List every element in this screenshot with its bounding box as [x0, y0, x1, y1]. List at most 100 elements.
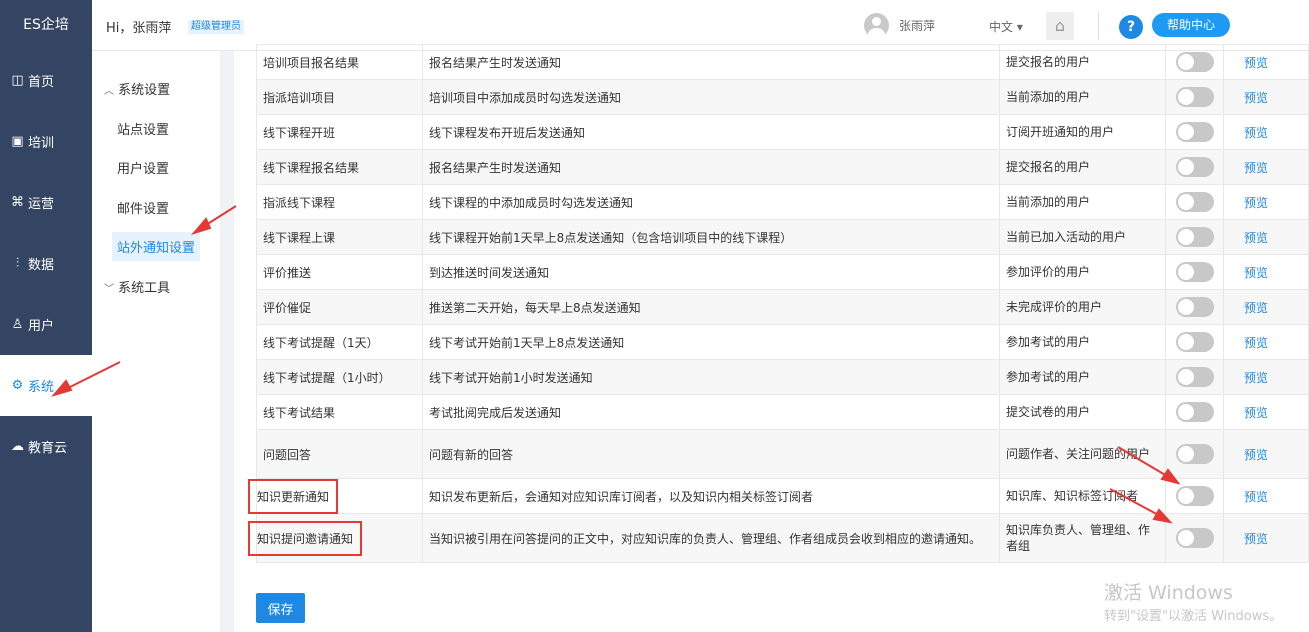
preview-link[interactable]: 预览 [1223, 478, 1309, 514]
toggle-cell [1165, 219, 1224, 255]
notification-toggle[interactable] [1175, 367, 1214, 387]
notification-toggle[interactable] [1175, 297, 1214, 317]
nav-item-cloud[interactable]: ☁ 教育云 [0, 416, 92, 477]
preview-link[interactable]: 预览 [1223, 149, 1309, 185]
notification-toggle[interactable] [1175, 52, 1214, 72]
toggle-cell [1165, 149, 1224, 185]
notification-name-cell: 指派线下课程 [256, 184, 423, 220]
notification-name-cell: 线下考试提醒（1小时） [256, 359, 423, 395]
table-row: 线下课程开班 线下课程发布开班后发送通知 订阅开班通知的用户 预览 [256, 114, 1309, 150]
nav-item-label: 用户 [28, 319, 55, 334]
operations-icon: ⌘ [11, 195, 24, 210]
nav-item-user[interactable]: ♙ 用户 [0, 294, 92, 355]
table-row: 评价推送 到达推送时间发送通知 参加评价的用户 预览 [256, 254, 1309, 290]
preview-link[interactable]: 预览 [1223, 394, 1309, 430]
submenu-item-offsite-notification[interactable]: 站外通知设置 [112, 232, 201, 261]
notification-recipients: 提交报名的用户 [999, 44, 1166, 80]
preview-link[interactable]: 预览 [1223, 184, 1309, 220]
notification-name-cell: 线下课程开班 [256, 114, 423, 150]
nav-item-operations[interactable]: ⌘ 运营 [0, 172, 92, 233]
notification-toggle[interactable] [1175, 192, 1214, 212]
notification-name: 指派培训项目 [263, 90, 336, 105]
dashboard-icon: ◫ [11, 73, 24, 88]
preview-link[interactable]: 预览 [1223, 289, 1309, 325]
notification-toggle[interactable] [1175, 227, 1214, 247]
toggle-cell [1165, 184, 1224, 220]
header-divider [1098, 12, 1099, 40]
toggle-cell [1165, 359, 1224, 395]
user-icon: ♙ [11, 317, 24, 332]
notification-toggle[interactable] [1175, 87, 1214, 107]
notification-toggle[interactable] [1175, 444, 1214, 464]
preview-link[interactable]: 预览 [1223, 324, 1309, 360]
notification-name: 线下课程上课 [263, 230, 336, 245]
notification-name-cell: 知识更新通知 [247, 478, 423, 514]
notification-recipients: 提交报名的用户 [999, 149, 1166, 185]
notification-toggle[interactable] [1175, 528, 1214, 548]
nav-item-label: 培训 [28, 136, 55, 151]
table-row: 评价催促 推送第二天开始，每天早上8点发送通知 未完成评价的用户 预览 [256, 289, 1309, 325]
notification-recipients: 参加考试的用户 [999, 359, 1166, 395]
preview-link[interactable]: 预览 [1223, 79, 1309, 115]
notification-recipients: 当前已加入活动的用户 [999, 219, 1166, 255]
help-icon[interactable]: ? [1119, 15, 1143, 39]
help-center-button[interactable]: 帮助中心 [1152, 13, 1230, 37]
submenu-item-mail-settings[interactable]: 邮件设置 [117, 198, 169, 217]
notification-toggle[interactable] [1175, 262, 1214, 282]
toggle-cell [1165, 114, 1224, 150]
notification-toggle[interactable] [1175, 157, 1214, 177]
cloud-icon: ☁ [11, 439, 24, 454]
app-logo[interactable]: ES企培 [0, 0, 92, 50]
nav-item-chart[interactable]: ⫶ 数据 [0, 233, 92, 294]
notification-description: 报名结果产生时发送通知 [422, 44, 1000, 80]
notification-description: 线下考试开始前1天早上8点发送通知 [422, 324, 1000, 360]
notification-description: 线下课程发布开班后发送通知 [422, 114, 1000, 150]
preview-link[interactable]: 预览 [1223, 429, 1309, 479]
avatar[interactable] [864, 13, 889, 38]
submenu-item-site-settings[interactable]: 站点设置 [117, 119, 169, 138]
notification-description: 考试批阅完成后发送通知 [422, 394, 1000, 430]
table-row: 线下课程报名结果 报名结果产生时发送通知 提交报名的用户 预览 [256, 149, 1309, 185]
notification-name: 培训项目报名结果 [263, 55, 360, 70]
nav-item-label: 数据 [28, 258, 55, 273]
training-icon: ▣ [11, 134, 24, 149]
notification-name: 线下课程报名结果 [263, 160, 360, 175]
preview-link[interactable]: 预览 [1223, 219, 1309, 255]
preview-link[interactable]: 预览 [1223, 254, 1309, 290]
notification-description: 培训项目中添加成员时勾选发送通知 [422, 79, 1000, 115]
preview-link[interactable]: 预览 [1223, 513, 1309, 563]
submenu-item-user-settings[interactable]: 用户设置 [117, 158, 169, 177]
preview-link[interactable]: 预览 [1223, 359, 1309, 395]
notification-name: 线下考试提醒（1小时） [263, 370, 391, 385]
notification-description: 到达推送时间发送通知 [422, 254, 1000, 290]
nav-item-gear[interactable]: ⚙ 系统 [0, 355, 92, 416]
notification-toggle[interactable] [1175, 486, 1214, 506]
nav-item-label: 教育云 [28, 441, 68, 456]
chevron-down-icon: ﹀ [104, 284, 114, 295]
notification-recipients: 未完成评价的用户 [999, 289, 1166, 325]
submenu-group-system-tools[interactable]: ﹀ 系统工具 [104, 277, 170, 296]
language-select[interactable]: 中文 ▾ [989, 18, 1023, 35]
nav-item-dashboard[interactable]: ◫ 首页 [0, 50, 92, 111]
notification-name: 线下考试提醒（1天） [263, 335, 379, 350]
notification-name-cell: 线下课程上课 [256, 219, 423, 255]
notification-toggle[interactable] [1175, 332, 1214, 352]
notification-description: 问题有新的回答 [422, 429, 1000, 479]
submenu-group-system-settings[interactable]: ︿ 系统设置 [104, 79, 170, 98]
notification-toggle[interactable] [1175, 122, 1214, 142]
table-row: 培训项目报名结果 报名结果产生时发送通知 提交报名的用户 预览 [256, 44, 1309, 80]
notification-name-cell: 评价推送 [256, 254, 423, 290]
username-label[interactable]: 张雨萍 [899, 17, 935, 34]
preview-link[interactable]: 预览 [1223, 114, 1309, 150]
notification-description: 报名结果产生时发送通知 [422, 149, 1000, 185]
notification-name-cell: 线下考试结果 [256, 394, 423, 430]
nav-item-training[interactable]: ▣ 培训 [0, 111, 92, 172]
notification-recipients: 参加考试的用户 [999, 324, 1166, 360]
notification-toggle[interactable] [1175, 402, 1214, 422]
preview-link[interactable]: 预览 [1223, 44, 1309, 80]
notification-name-cell: 问题回答 [256, 429, 423, 479]
toggle-cell [1165, 394, 1224, 430]
save-button[interactable]: 保存 [256, 593, 305, 623]
home-icon[interactable]: ⌂ [1046, 12, 1074, 40]
main-sidebar: ES企培 ◫ 首页 ▣ 培训 ⌘ 运营 ⫶ 数据 ♙ 用户 ⚙ 系统 ☁ 教育云 [0, 0, 92, 632]
